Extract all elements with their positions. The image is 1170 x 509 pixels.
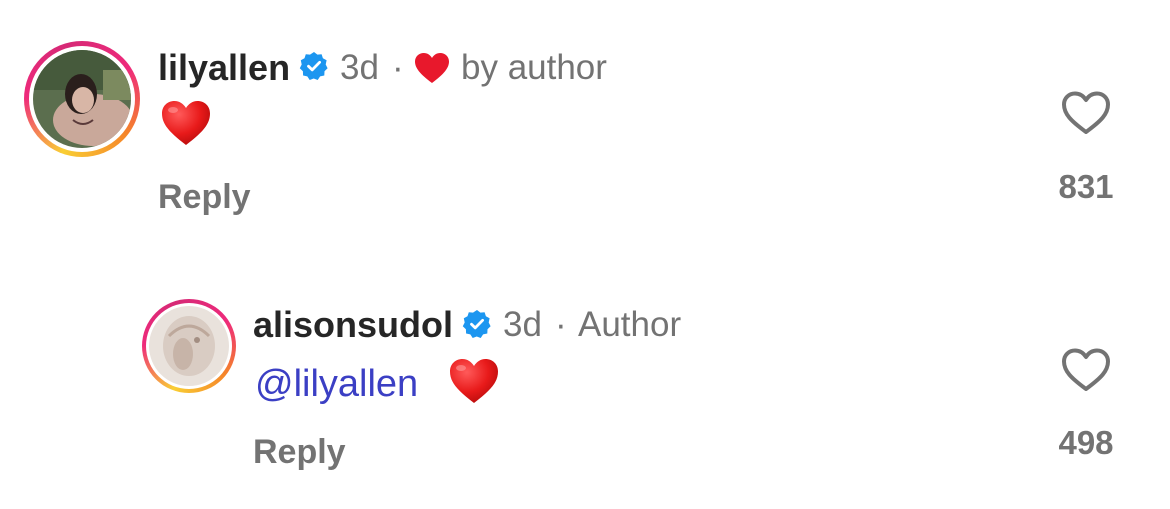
- avatar: [149, 306, 229, 386]
- red-heart-emoji: [448, 357, 500, 410]
- author-label: Author: [578, 305, 682, 344]
- comment-time: 3d: [340, 48, 379, 87]
- verified-badge-icon: [299, 51, 329, 86]
- heart-outline-icon[interactable]: [1060, 347, 1112, 398]
- avatar-story-ring[interactable]: [142, 299, 236, 393]
- like-count: 831: [1058, 168, 1114, 205]
- reply-button[interactable]: Reply: [253, 435, 346, 469]
- avatar-story-ring[interactable]: [24, 41, 140, 157]
- comment-body-emoji: [160, 99, 212, 151]
- red-heart-icon: [414, 52, 450, 89]
- heart-outline-icon[interactable]: [1060, 90, 1112, 141]
- liked-by-author-label: by author: [461, 48, 607, 87]
- comment-username[interactable]: lilyallen: [158, 50, 290, 86]
- meta-separator: ·: [392, 48, 404, 87]
- comment-username[interactable]: alisonsudol: [253, 307, 453, 343]
- verified-badge-icon: [462, 309, 492, 344]
- comment-time: 3d: [503, 305, 542, 344]
- reply-button[interactable]: Reply: [158, 180, 251, 214]
- meta-separator: ·: [555, 305, 567, 344]
- avatar: [33, 50, 131, 148]
- mention-link[interactable]: @lilyallen: [255, 365, 418, 403]
- like-count: 498: [1058, 424, 1114, 461]
- red-heart-emoji: [160, 101, 212, 151]
